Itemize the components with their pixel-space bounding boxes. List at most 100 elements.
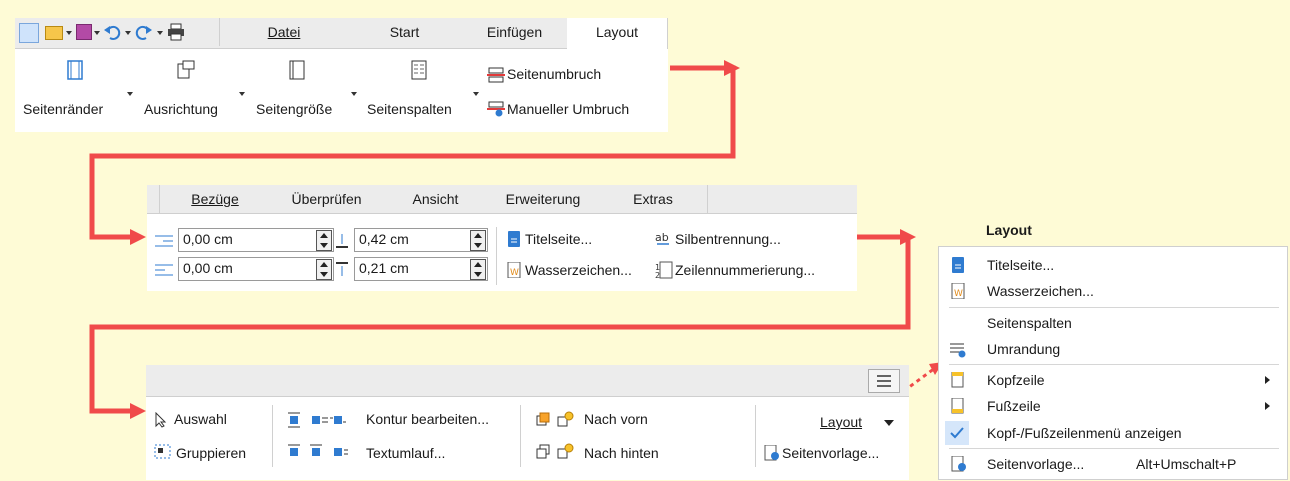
columns-button[interactable]: Seitenspalten bbox=[367, 101, 452, 117]
menu-item-header[interactable]: Kopfzeile bbox=[939, 367, 1287, 393]
tab-ueberpruefen[interactable]: Überprüfen bbox=[269, 185, 385, 213]
page-break-button[interactable]: Seitenumbruch bbox=[507, 66, 601, 82]
page-size-button[interactable]: Seitengröße bbox=[256, 101, 332, 117]
tab-bezuege[interactable]: Bezüge bbox=[159, 185, 271, 213]
tab-einfuegen[interactable]: Einfügen bbox=[462, 18, 568, 46]
stepper-icon[interactable] bbox=[316, 230, 332, 251]
indent-after-field[interactable]: 0,00 cm bbox=[178, 257, 334, 281]
page-break-icon bbox=[487, 67, 505, 83]
wrap-button[interactable]: Textumlauf... bbox=[366, 445, 445, 461]
menu-item-columns[interactable]: Seitenspalten bbox=[939, 310, 1287, 336]
menu-separator bbox=[949, 448, 1279, 449]
send-backward-button[interactable]: Nach hinten bbox=[584, 445, 659, 461]
tab-start[interactable]: Start bbox=[347, 18, 463, 46]
title-page-icon bbox=[952, 257, 964, 273]
columns-icon bbox=[411, 60, 427, 80]
redo-icon[interactable] bbox=[135, 23, 153, 41]
watermark-button[interactable]: Wasserzeichen... bbox=[525, 262, 632, 278]
menu-item-label: Seitenspalten bbox=[987, 315, 1072, 331]
menu-item-label: Umrandung bbox=[987, 341, 1061, 357]
wrap-icons-top bbox=[288, 412, 346, 428]
field-value: 0,00 cm bbox=[183, 260, 233, 276]
stepper-icon[interactable] bbox=[470, 230, 486, 251]
menu-item-page-style[interactable]: Seitenvorlage... Alt+Umschalt+P bbox=[939, 451, 1287, 477]
menu-button[interactable] bbox=[868, 369, 900, 393]
menu-item-label: Wasserzeichen... bbox=[987, 283, 1094, 299]
tab-layout[interactable]: Layout bbox=[567, 18, 668, 49]
watermark-icon: W bbox=[507, 262, 521, 278]
tab-extras[interactable]: Extras bbox=[599, 185, 708, 213]
group-button[interactable]: Gruppieren bbox=[176, 445, 246, 461]
field-value: 0,42 cm bbox=[359, 231, 409, 247]
bring-forward-button[interactable]: Nach vorn bbox=[584, 411, 648, 427]
indent-after-icon bbox=[155, 264, 173, 276]
margins-icon bbox=[67, 60, 83, 80]
menu-item-footer[interactable]: Fußzeile bbox=[939, 393, 1287, 419]
tab-label: Layout bbox=[595, 24, 639, 40]
wrap-icons-bottom bbox=[288, 444, 348, 456]
layout-dropdown[interactable]: Layout bbox=[820, 414, 862, 430]
send-backward-icon bbox=[536, 443, 574, 459]
margins-button[interactable]: Seitenränder bbox=[23, 101, 103, 117]
tab-label: Ansicht bbox=[412, 191, 459, 207]
tab-label: Start bbox=[389, 24, 420, 40]
redo-caret-icon[interactable] bbox=[157, 31, 163, 35]
tab-label: Erweiterung bbox=[505, 191, 581, 207]
submenu-arrow-icon bbox=[1265, 402, 1270, 410]
orientation-caret-icon[interactable] bbox=[239, 92, 245, 96]
open-caret-icon[interactable] bbox=[66, 31, 72, 35]
orientation-button[interactable]: Ausrichtung bbox=[144, 101, 218, 117]
undo-caret-icon[interactable] bbox=[125, 31, 131, 35]
group-icon bbox=[154, 444, 171, 459]
stepper-icon[interactable] bbox=[316, 259, 332, 280]
undo-icon[interactable] bbox=[103, 23, 121, 41]
tab-datei[interactable]: Datei bbox=[219, 18, 349, 46]
footer-icon bbox=[951, 398, 964, 414]
stepper-icon[interactable] bbox=[470, 259, 486, 280]
divider bbox=[496, 227, 497, 285]
dropdown-arrow-icon[interactable] bbox=[884, 420, 894, 426]
svg-text:2: 2 bbox=[655, 271, 660, 279]
title-page-button[interactable]: Titelseite... bbox=[525, 231, 592, 247]
columns-caret-icon[interactable] bbox=[473, 92, 479, 96]
menu-item-label: Titelseite... bbox=[987, 257, 1055, 273]
page-size-caret-icon[interactable] bbox=[351, 92, 357, 96]
spacing-above-icon bbox=[336, 234, 348, 248]
new-window-icon[interactable] bbox=[19, 23, 39, 43]
check-icon bbox=[950, 427, 964, 439]
watermark-icon: W bbox=[951, 283, 965, 299]
menu-item-borders[interactable]: Umrandung bbox=[939, 336, 1287, 362]
menu-item-watermark[interactable]: W Wasserzeichen... bbox=[939, 278, 1287, 304]
tab-label: Datei bbox=[267, 24, 301, 40]
svg-text:W: W bbox=[510, 268, 519, 278]
pointer-icon bbox=[155, 412, 167, 428]
orientation-icon bbox=[177, 60, 195, 79]
menu-item-title-page[interactable]: Titelseite... bbox=[939, 252, 1287, 278]
tab-erweiterung[interactable]: Erweiterung bbox=[487, 185, 600, 213]
line-numbering-button[interactable]: Zeilennummerierung... bbox=[675, 262, 815, 278]
hyphenation-button[interactable]: Silbentrennung... bbox=[675, 231, 781, 247]
manual-break-button[interactable]: Manueller Umbruch bbox=[507, 101, 629, 117]
layout-menu: Titelseite... W Wasserzeichen... Seitens… bbox=[938, 246, 1288, 480]
save-icon[interactable] bbox=[76, 24, 92, 40]
spacing-above-field[interactable]: 0,42 cm bbox=[354, 228, 488, 252]
menu-title: Layout bbox=[986, 222, 1032, 238]
svg-text:ab: ab bbox=[655, 231, 669, 244]
print-icon[interactable] bbox=[167, 23, 185, 41]
save-caret-icon[interactable] bbox=[94, 31, 100, 35]
select-button[interactable]: Auswahl bbox=[174, 411, 227, 427]
indent-before-icon bbox=[155, 235, 173, 247]
tab-ansicht[interactable]: Ansicht bbox=[384, 185, 488, 213]
margins-caret-icon[interactable] bbox=[127, 92, 133, 96]
hamburger-icon bbox=[877, 375, 891, 387]
ribbon-layout-panel: Datei Start Einfügen Layout Seitenränder… bbox=[15, 18, 668, 132]
open-icon[interactable] bbox=[45, 26, 63, 40]
contour-button[interactable]: Kontur bearbeiten... bbox=[366, 411, 489, 427]
menu-item-show-header-footer-menu[interactable]: Kopf-/Fußzeilenmenü anzeigen bbox=[939, 420, 1287, 446]
spacing-below-field[interactable]: 0,21 cm bbox=[354, 257, 488, 281]
indent-before-field[interactable]: 0,00 cm bbox=[178, 228, 334, 252]
divider bbox=[520, 405, 521, 467]
page-style-button[interactable]: Seitenvorlage... bbox=[782, 445, 879, 461]
menu-separator bbox=[949, 307, 1279, 308]
tab-label: Extras bbox=[633, 191, 673, 207]
